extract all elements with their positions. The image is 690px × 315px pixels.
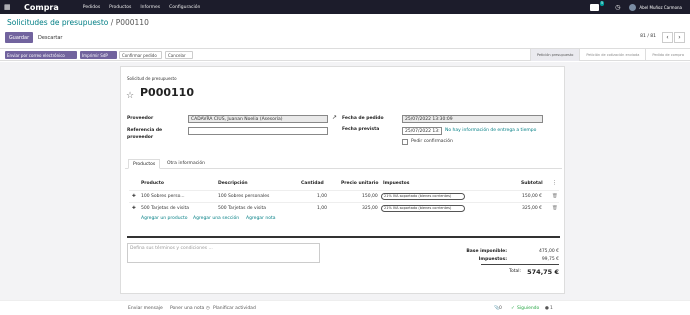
header-unit-price[interactable]: Precio unitario <box>341 181 378 186</box>
pager-next-icon[interactable]: › <box>674 32 685 43</box>
attachment-count[interactable]: 0 <box>499 306 502 311</box>
vendor-field[interactable]: CADAVRA CIUS, Juanan Noelia (Asesoría) <box>188 115 328 123</box>
breadcrumb: Solicitudes de presupuesto / P000110 <box>7 18 149 27</box>
user-name[interactable]: Abel Muñoz Carmona <box>639 5 682 10</box>
form-sheet: Solicitud de presupuesto ☆ P000110 Prove… <box>120 66 565 294</box>
row-tax-tag[interactable]: 21% IVA soportado (bienes corrientes) <box>381 205 465 212</box>
confirm-order-button[interactable]: Confirmar pedido <box>119 51 162 59</box>
order-date-field[interactable]: 25/07/2022 13:30:09 <box>402 115 543 123</box>
expected-date-label: Fecha prevista <box>342 127 380 132</box>
tax-label: Impuestos: <box>478 257 507 262</box>
vendor-ref-field[interactable] <box>188 127 328 135</box>
total-line <box>481 264 559 265</box>
star-icon[interactable]: ☆ <box>126 91 134 101</box>
schedule-activity-button[interactable]: Planificar actividad <box>213 306 256 311</box>
total-value: 574,75 € <box>527 268 559 276</box>
chatter-bar: Enviar mensaje Poner una nota ◷ Planific… <box>0 300 690 315</box>
add-note-link[interactable]: Agregar nota <box>246 216 275 221</box>
row-product[interactable]: 500 Tarjetas de visita <box>141 206 189 211</box>
avatar[interactable] <box>629 3 637 11</box>
doc-type-label: Solicitud de presupuesto <box>127 76 177 81</box>
add-section-link[interactable]: Agregar una sección <box>193 216 239 221</box>
notebook-tabs: Productos Otra información <box>125 159 562 169</box>
row-description[interactable]: 100 Sobres personales <box>218 194 269 199</box>
header-product[interactable]: Producto <box>141 181 164 186</box>
column-options-icon[interactable]: ⋮ <box>552 180 557 186</box>
drag-handle-icon[interactable]: ✚ <box>132 194 136 199</box>
cancel-button[interactable]: Cancelar <box>165 51 193 59</box>
stage-purchase-order[interactable]: Pedido de compra <box>645 49 690 61</box>
base-label: Base imponible: <box>466 249 507 254</box>
pager-prev-icon[interactable]: ‹ <box>662 32 673 43</box>
send-message-button[interactable]: Enviar mensaje <box>128 306 163 311</box>
vendor-ref-label: Referencia de proveedor <box>127 128 163 140</box>
clock-icon[interactable]: ◷ <box>615 4 620 11</box>
row-quantity[interactable]: 1,00 <box>317 194 327 199</box>
menu-configuracion[interactable]: Configuración <box>169 5 200 10</box>
expected-date-field[interactable]: 25/07/2022 13: <box>402 127 442 135</box>
request-confirmation-checkbox[interactable] <box>402 139 408 145</box>
external-link-icon[interactable]: ↗ <box>332 114 337 121</box>
clock-icon: ◷ <box>206 306 210 311</box>
following-button[interactable]: Siguiendo <box>517 306 539 311</box>
apps-grid-icon[interactable]: ▦ <box>4 3 16 11</box>
tab-products[interactable]: Productos <box>128 159 161 169</box>
terms-textarea[interactable]: Defina sus términos y condiciones ... <box>127 243 320 263</box>
vendor-label: Proveedor <box>127 116 154 121</box>
delete-icon[interactable]: 🗑 <box>552 206 558 211</box>
drag-handle-icon[interactable]: ✚ <box>132 206 136 211</box>
row-quantity[interactable]: 1,00 <box>317 206 327 211</box>
base-value: 475,00 € <box>538 249 559 254</box>
order-date-label: Fecha de pedido <box>342 116 384 121</box>
top-navbar: ▦ Compra Pedidos Productos Informes Conf… <box>0 0 690 14</box>
request-confirmation-label: Pedir confirmación <box>411 139 453 144</box>
tax-value: 99,75 € <box>541 257 559 262</box>
pager-value[interactable]: 81 / 81 <box>640 34 656 39</box>
chat-icon[interactable]: 5 <box>590 0 605 11</box>
table-row[interactable]: ✚ 100 Sobres perso... 100 Sobres persona… <box>129 190 559 202</box>
menu-informes[interactable]: Informes <box>140 5 160 10</box>
menu-productos[interactable]: Productos <box>109 5 131 10</box>
log-note-button[interactable]: Poner una nota <box>170 306 204 311</box>
followers-icon[interactable]: ● <box>545 306 549 311</box>
row-product[interactable]: 100 Sobres perso... <box>141 194 185 199</box>
document-name: P000110 <box>140 86 194 99</box>
row-subtotal: 150,00 € <box>522 194 543 199</box>
stage-rfq-sent[interactable]: Petición de cotización enviada <box>579 49 645 61</box>
add-product-link[interactable]: Agregar un producto <box>141 216 188 221</box>
status-bar: Enviar por correo electrónico Imprimir S… <box>0 48 690 61</box>
header-description[interactable]: Descripción <box>218 181 248 186</box>
chat-count-badge: 5 <box>599 0 605 6</box>
send-email-button[interactable]: Enviar por correo electrónico <box>5 51 77 59</box>
delivery-info-note: No hay información de entrega a tiempo <box>445 128 537 133</box>
print-button[interactable]: Imprimir SdP <box>80 51 117 59</box>
header-quantity[interactable]: Cantidad <box>301 181 324 186</box>
app-name[interactable]: Compra <box>24 3 59 12</box>
row-tax-tag[interactable]: 21% IVA soportado (bienes corrientes) <box>381 193 465 200</box>
row-unit-price[interactable]: 150,00 <box>362 194 378 199</box>
header-subtotal[interactable]: Subtotal <box>521 181 543 186</box>
breadcrumb-current: P000110 <box>115 18 149 27</box>
header-taxes[interactable]: Impuestos <box>383 181 409 186</box>
breadcrumb-parent[interactable]: Solicitudes de presupuesto <box>7 18 108 27</box>
menu-pedidos[interactable]: Pedidos <box>83 5 100 10</box>
table-row[interactable]: ✚ 500 Tarjetas de visita 500 Tarjetas de… <box>129 202 559 214</box>
discard-button[interactable]: Descartar <box>36 32 64 43</box>
stage-rfq[interactable]: Petición presupuesto <box>529 49 580 61</box>
totals-separator <box>127 236 560 238</box>
delete-icon[interactable]: 🗑 <box>552 194 558 199</box>
check-icon: ✓ <box>511 306 515 311</box>
stage-bar: Petición presupuesto Petición de cotizac… <box>529 49 690 61</box>
followers-count[interactable]: 1 <box>550 306 553 311</box>
row-unit-price[interactable]: 325,00 <box>362 206 378 211</box>
control-panel: Solicitudes de presupuesto / P000110 Gua… <box>0 14 690 66</box>
tab-other-info[interactable]: Otra información <box>163 159 209 169</box>
row-subtotal: 325,00 € <box>522 206 543 211</box>
save-button[interactable]: Guardar <box>5 32 33 43</box>
row-description[interactable]: 500 Tarjetas de visita <box>218 206 266 211</box>
